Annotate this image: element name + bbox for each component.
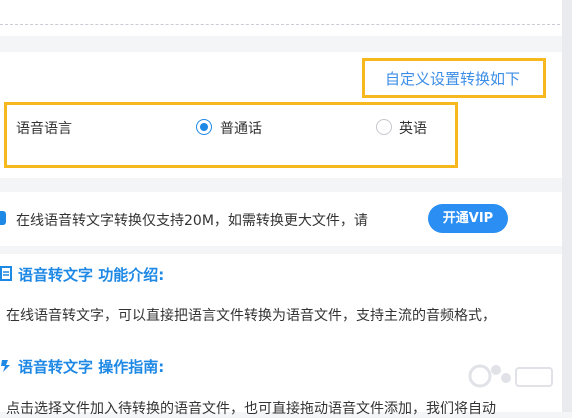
language-label: 语音语言	[16, 121, 72, 137]
info-icon	[0, 211, 6, 225]
guide-title: 语音转文字 操作指南:	[18, 358, 165, 376]
notice-text: 在线语音转文字转换仅支持20M，如需转换更大文件，请	[16, 213, 368, 229]
guide-text: 点击选择文件加入待转换的语音文件，也可直接拖动语音文件添加，我们将自动	[6, 401, 496, 417]
radio-mandarin[interactable]	[196, 119, 212, 135]
radio-english-label[interactable]: 英语	[399, 118, 427, 138]
intro-title: 语音转文字 功能介绍:	[18, 266, 165, 284]
radio-mandarin-label[interactable]: 普通话	[220, 118, 262, 138]
guide-icon	[1, 360, 10, 372]
right-scroll-rail	[562, 0, 572, 412]
dashed-divider	[0, 24, 560, 25]
open-vip-button[interactable]: 开通VIP	[428, 204, 508, 233]
intro-text: 在线语音转文字，可以直接把语言文件转换为语音文件，支持主流的音频格式，	[6, 308, 496, 324]
watermark-logo	[468, 364, 553, 388]
custom-settings-link[interactable]: 自定义设置转换如下	[385, 68, 520, 89]
document-icon	[0, 266, 12, 281]
top-strip	[0, 0, 572, 36]
radio-english[interactable]	[376, 119, 392, 135]
